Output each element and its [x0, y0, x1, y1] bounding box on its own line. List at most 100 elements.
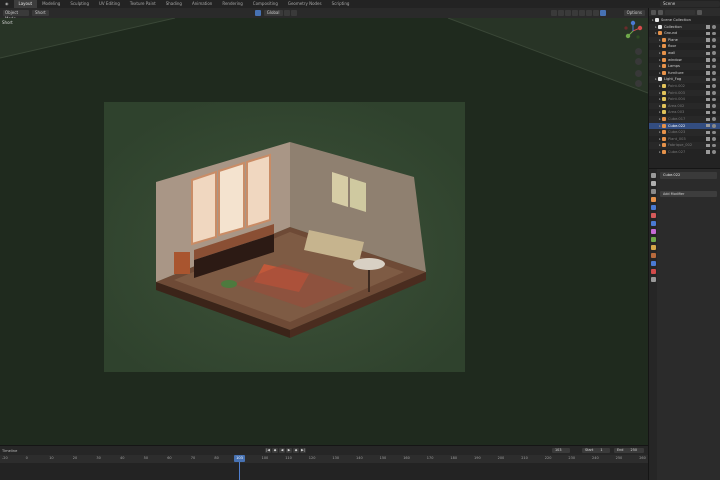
particles-tab-icon[interactable] — [650, 237, 656, 242]
solid-shading-icon[interactable] — [586, 10, 592, 16]
scene-selector[interactable]: Scene — [660, 1, 720, 7]
outliner-search-input[interactable] — [665, 9, 695, 15]
world-tab-icon[interactable] — [650, 213, 656, 218]
eye-icon[interactable] — [712, 124, 716, 128]
workspace-tab[interactable]: Rendering — [217, 0, 247, 8]
render-toggle-icon[interactable] — [706, 137, 710, 141]
outliner-row[interactable]: ▸ Plane — [649, 36, 720, 44]
outliner-row[interactable]: ▸ furniture — [649, 70, 720, 77]
3d-viewport[interactable]: Short — [0, 18, 648, 445]
workspace-tab[interactable]: Geometry Nodes — [283, 0, 327, 8]
grid-toggle-icon[interactable] — [635, 80, 642, 87]
camera-view-icon[interactable] — [635, 70, 642, 77]
material-shading-icon[interactable] — [593, 10, 599, 16]
start-frame-field[interactable]: Start 1 — [582, 448, 610, 453]
workspace-tab[interactable]: Sculpting — [65, 0, 94, 8]
navigation-gizmo[interactable] — [622, 20, 644, 42]
render-toggle-icon[interactable] — [706, 84, 710, 88]
render-toggle-icon[interactable] — [706, 91, 710, 95]
texture-tab-icon[interactable] — [650, 277, 656, 282]
gizmo-toggle-icon[interactable] — [558, 10, 564, 16]
outliner-row[interactable]: ▸ Light_Fog — [649, 76, 720, 83]
eye-icon[interactable] — [712, 110, 716, 115]
output-tab-icon[interactable] — [650, 189, 656, 194]
workspace-tab[interactable]: Shading — [161, 0, 187, 8]
timeline-track[interactable] — [0, 463, 648, 480]
wireframe-shading-icon[interactable] — [579, 10, 585, 16]
outliner-row[interactable]: ▸ Ground — [649, 30, 720, 37]
outliner-row[interactable]: ▸ Scene Collection — [649, 17, 720, 24]
jump-start-icon[interactable]: |◀ — [265, 448, 271, 453]
workspace-tab[interactable]: Scripting — [327, 0, 355, 8]
eye-icon[interactable] — [712, 150, 716, 154]
render-toggle-icon[interactable] — [706, 58, 710, 62]
play-icon[interactable]: ▶ — [286, 448, 292, 453]
render-toggle-icon[interactable] — [706, 117, 710, 121]
pan-icon[interactable] — [635, 58, 642, 65]
eye-icon[interactable] — [712, 130, 716, 135]
eye-icon[interactable] — [712, 31, 716, 36]
render-toggle-icon[interactable] — [706, 71, 710, 75]
workspace-tab[interactable]: UV Editing — [94, 0, 125, 8]
eye-icon[interactable] — [712, 38, 716, 42]
render-toggle-icon[interactable] — [706, 104, 710, 108]
eye-icon[interactable] — [712, 64, 716, 69]
outliner-row[interactable]: ▸ Point.004 — [649, 96, 720, 103]
blender-logo-icon[interactable]: ◉ — [0, 0, 14, 8]
play-reverse-icon[interactable]: ◀ — [279, 448, 285, 453]
workspace-tab[interactable]: Compositing — [248, 0, 283, 8]
eye-icon[interactable] — [712, 143, 716, 148]
outliner-row[interactable]: ▸ window — [649, 57, 720, 64]
data-tab-icon[interactable] — [650, 261, 656, 266]
render-toggle-icon[interactable] — [706, 51, 710, 55]
eye-icon[interactable] — [712, 51, 716, 55]
transform-pivot-icon[interactable] — [254, 10, 261, 16]
render-toggle-icon[interactable] — [706, 25, 710, 29]
material-tab-icon[interactable] — [650, 269, 656, 274]
outliner-row[interactable]: ▸ Area.002 — [649, 102, 720, 110]
render-toggle-icon[interactable] — [706, 143, 710, 148]
outliner-row[interactable]: ▸ Cube.022 — [649, 122, 720, 130]
eye-icon[interactable] — [712, 77, 716, 82]
outliner-row[interactable]: ▸ Lamps — [649, 63, 720, 70]
object-name-field[interactable]: Cube.022 — [660, 172, 717, 179]
physics-tab-icon[interactable] — [650, 245, 656, 250]
options-dropdown[interactable]: Options — [623, 10, 645, 16]
eye-icon[interactable] — [712, 58, 716, 62]
timeline-label[interactable]: Timeline — [2, 449, 17, 453]
outliner-row[interactable]: ▸ Fabrique_002 — [649, 142, 720, 149]
render-toggle-icon[interactable] — [706, 31, 710, 36]
snap-icon[interactable] — [283, 10, 290, 16]
outliner-row[interactable]: ▸ Area.003 — [649, 109, 720, 116]
outliner-row[interactable]: ▸ Point.002 — [649, 83, 720, 90]
outliner-row[interactable]: ▸ wall — [649, 49, 720, 57]
outliner-row[interactable]: ▸ Plant_003 — [649, 136, 720, 143]
render-tab-icon[interactable] — [650, 181, 656, 186]
xray-icon[interactable] — [572, 10, 578, 16]
workspace-tab[interactable]: Animation — [187, 0, 217, 8]
render-toggle-icon[interactable] — [706, 97, 710, 102]
transform-orientation-dropdown[interactable]: Global — [263, 10, 283, 16]
eye-icon[interactable] — [712, 25, 716, 29]
jump-end-icon[interactable]: ▶| — [300, 448, 306, 453]
zoom-icon[interactable] — [635, 48, 642, 55]
scene-tab-icon[interactable] — [650, 205, 656, 210]
outliner-editor-icon[interactable] — [651, 9, 656, 15]
eye-icon[interactable] — [712, 97, 716, 102]
eye-icon[interactable] — [712, 84, 716, 88]
object-tab-icon[interactable] — [650, 221, 656, 226]
object-mode-dropdown[interactable]: Object Mode — [3, 10, 29, 21]
playhead-frame-label[interactable]: 103 — [234, 455, 245, 462]
current-frame-field[interactable]: 103 — [552, 448, 570, 453]
constraints-tab-icon[interactable] — [650, 253, 656, 258]
outliner-row[interactable]: ▸ Cube.017 — [649, 115, 720, 123]
filter-icon[interactable] — [697, 9, 702, 15]
eye-icon[interactable] — [712, 44, 716, 49]
render-toggle-icon[interactable] — [706, 124, 710, 128]
render-toggle-icon[interactable] — [706, 77, 710, 82]
display-mode-icon[interactable] — [658, 9, 663, 15]
eye-icon[interactable] — [712, 91, 716, 95]
add-modifier-button[interactable]: Add Modifier — [660, 191, 717, 197]
eye-icon[interactable] — [712, 104, 716, 108]
render-toggle-icon[interactable] — [706, 38, 710, 42]
